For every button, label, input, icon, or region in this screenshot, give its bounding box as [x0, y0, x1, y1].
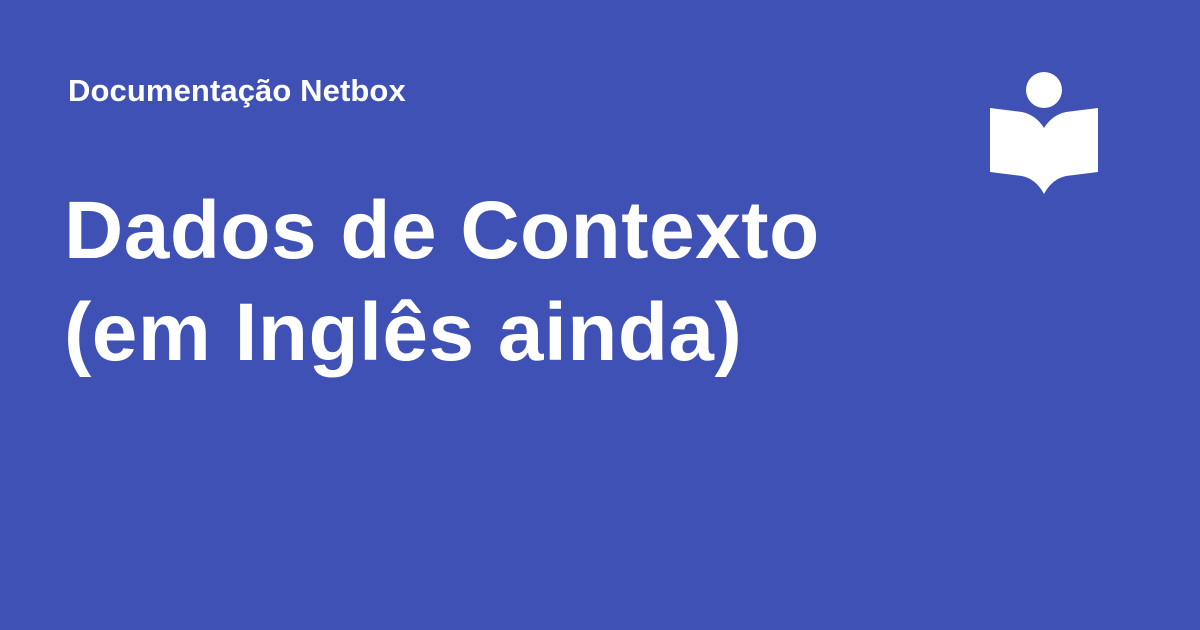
site-name: Documentação Netbox [68, 73, 406, 108]
open-book-reader-icon [990, 72, 1098, 194]
page-title-line-2: (em Inglês ainda) [64, 287, 743, 378]
social-card: Documentação Netbox Dados de Contexto (e… [0, 0, 1200, 630]
page-title: Dados de Contexto (em Inglês ainda) [64, 180, 924, 384]
page-title-line-1: Dados de Contexto [64, 185, 820, 276]
